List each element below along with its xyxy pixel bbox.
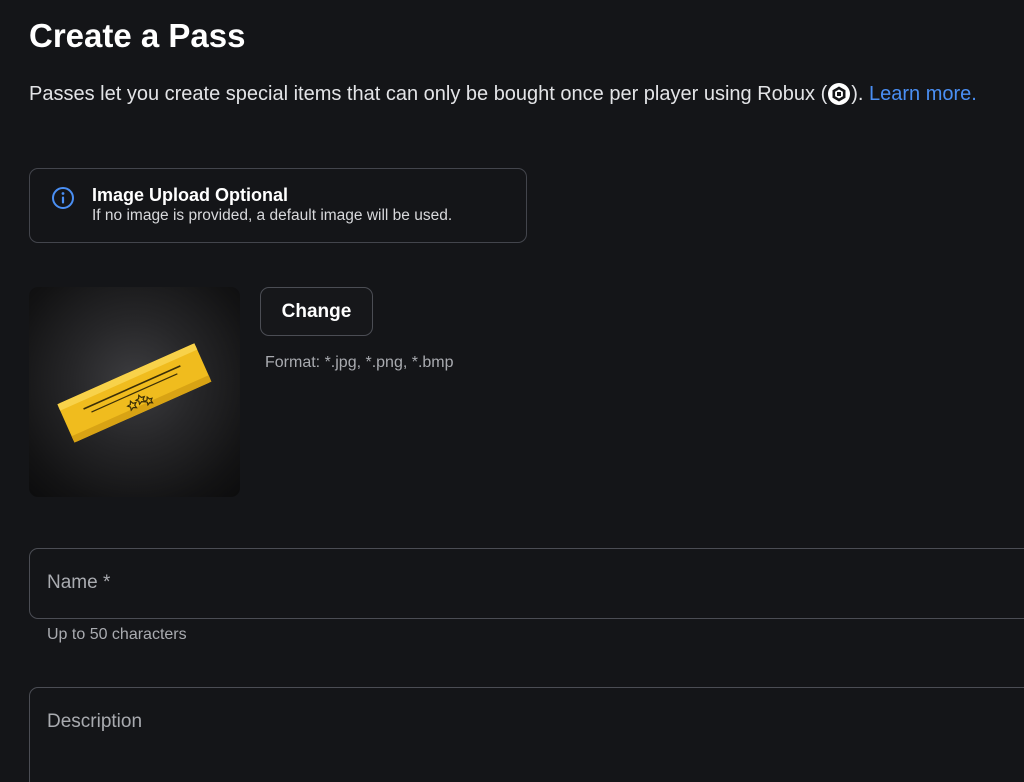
name-helper-text: Up to 50 characters <box>47 626 187 643</box>
name-field[interactable]: Name * <box>29 548 1024 619</box>
learn-more-link[interactable]: Learn more. <box>869 83 977 105</box>
change-image-button[interactable]: Change <box>260 287 373 336</box>
description-field-label: Description <box>47 711 143 732</box>
banner-text: If no image is provided, a default image… <box>92 207 453 224</box>
description-field[interactable]: Description <box>29 687 1024 782</box>
page-description-end: ). <box>851 83 864 105</box>
page-description: Passes let you create special items that… <box>29 80 977 108</box>
info-icon <box>51 186 75 210</box>
pass-ticket-icon <box>57 343 212 443</box>
page-title: Create a Pass <box>29 17 246 54</box>
name-field-label: Name * <box>47 572 111 593</box>
banner-title: Image Upload Optional <box>92 185 289 205</box>
robux-icon <box>827 82 851 106</box>
image-optional-banner: Image Upload Optional If no image is pro… <box>29 168 527 243</box>
pass-image-preview <box>29 287 240 497</box>
page-description-text: Passes let you create special items that… <box>29 83 828 105</box>
format-hint: Format: *.jpg, *.png, *.bmp <box>265 354 454 371</box>
create-pass-page: Create a Pass Passes let you create spec… <box>0 0 1024 782</box>
